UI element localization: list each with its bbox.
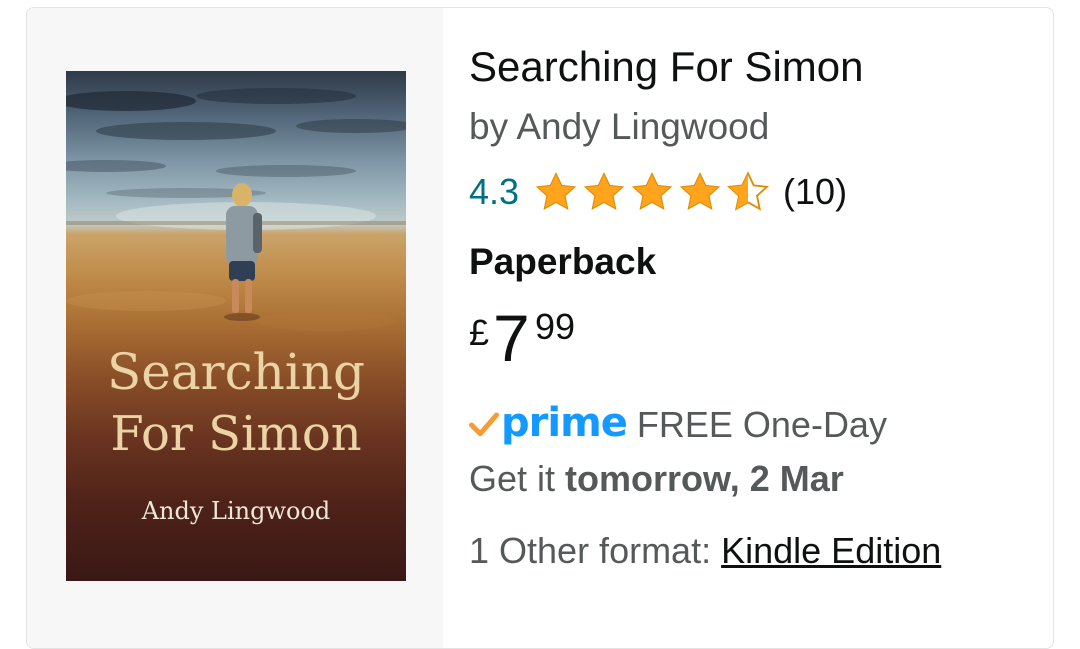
- price-currency-symbol: £: [469, 312, 490, 353]
- product-byline: by Andy Lingwood: [469, 106, 770, 147]
- prime-check-icon: [469, 412, 499, 437]
- delivery-date: tomorrow, 2 Mar: [565, 458, 844, 499]
- price-fraction: 99: [535, 306, 576, 347]
- prime-label: prime: [501, 400, 628, 446]
- cover-author: Andy Lingwood: [141, 497, 331, 525]
- delivery-type: FREE One-Day: [636, 404, 887, 445]
- product-image-panel: Searching For Simon Andy Lingwood: [27, 8, 443, 648]
- price-whole: 7: [493, 301, 530, 375]
- rating-row[interactable]: 4.3 (10): [469, 170, 847, 214]
- star-half-icon: [727, 171, 770, 211]
- star-full-icon: [631, 172, 673, 210]
- cover-title-line1: Searching: [107, 343, 365, 401]
- rating-count[interactable]: (10): [783, 171, 847, 213]
- product-title[interactable]: Searching For Simon: [469, 43, 864, 91]
- star-full-icon: [535, 172, 577, 210]
- kindle-edition-link[interactable]: Kindle Edition: [721, 530, 941, 571]
- format-label: Paperback: [469, 241, 657, 282]
- product-card[interactable]: Searching For Simon Andy Lingwood Search…: [26, 7, 1054, 649]
- delivery-estimate: Get it tomorrow, 2 Mar: [469, 458, 844, 500]
- delivery-prefix: Get it: [469, 458, 556, 499]
- cover-title-line2: For Simon: [110, 406, 362, 462]
- prime-logo: prime: [469, 400, 628, 448]
- star-full-icon: [583, 172, 625, 210]
- star-full-icon: [679, 172, 721, 210]
- book-cover-image[interactable]: Searching For Simon Andy Lingwood: [66, 71, 406, 581]
- rating-value[interactable]: 4.3: [469, 171, 519, 213]
- other-formats-label: 1 Other format:: [469, 530, 712, 571]
- prime-delivery-row: prime FREE One-Day: [469, 400, 887, 449]
- star-rating[interactable]: [533, 170, 773, 214]
- other-formats: 1 Other format: Kindle Edition: [469, 524, 1029, 578]
